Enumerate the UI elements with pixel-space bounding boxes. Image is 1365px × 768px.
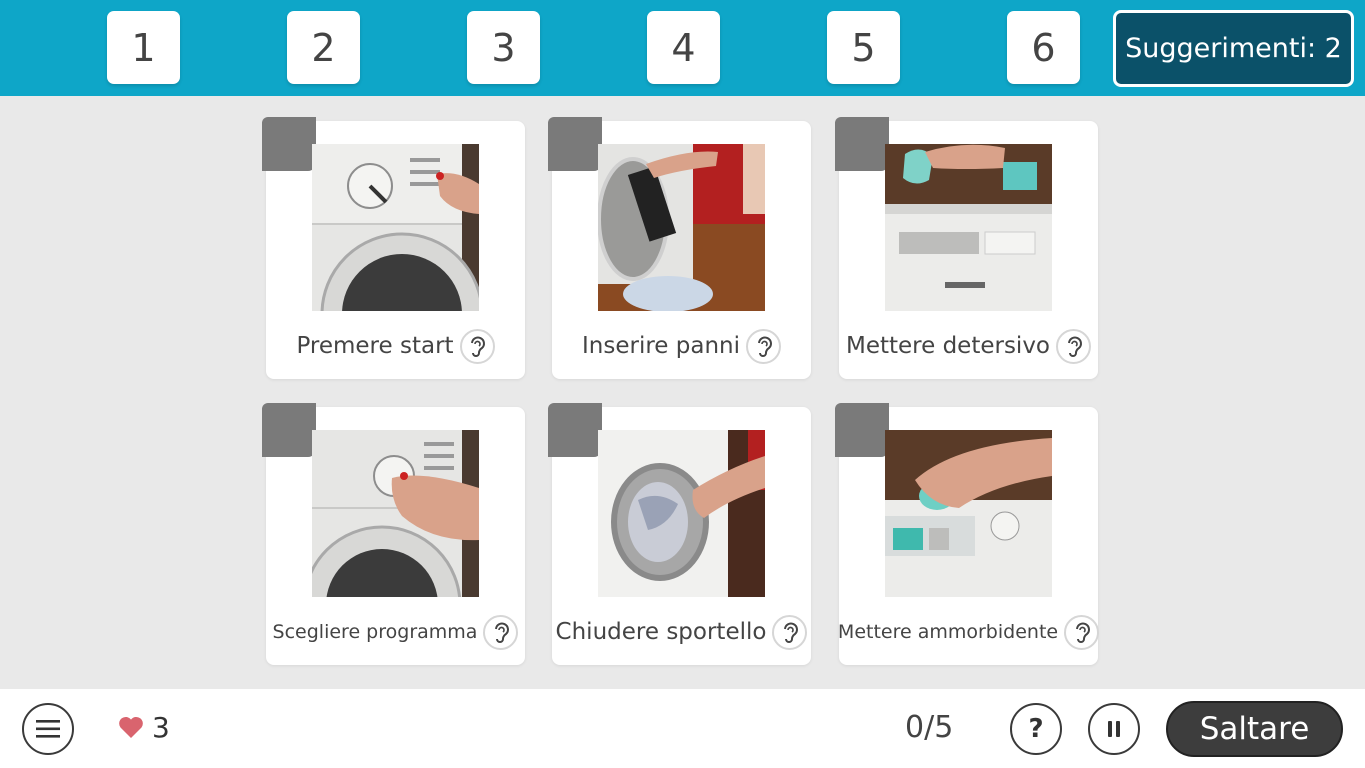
answer-slot-2[interactable]: 2 <box>287 11 360 84</box>
progress-counter: 0/5 <box>905 710 954 745</box>
card-corner-marker <box>262 403 316 457</box>
pouring-detergent-photo <box>885 144 1052 311</box>
step-card-5[interactable]: Chiudere sportello <box>548 403 811 665</box>
help-button[interactable]: ? <box>1010 703 1062 755</box>
step-card-2[interactable]: Inserire panni <box>548 117 811 379</box>
question-icon: ? <box>1028 714 1044 744</box>
card-label: Inserire panni <box>582 333 740 359</box>
lives-count: 3 <box>152 711 170 744</box>
menu-button[interactable] <box>22 703 74 755</box>
ear-icon[interactable] <box>772 614 808 650</box>
ear-icon[interactable] <box>1056 328 1092 364</box>
card-label: Mettere ammorbidente <box>837 621 1059 643</box>
hints-button[interactable]: Suggerimenti: 2 <box>1113 10 1354 87</box>
card-label: Mettere detersivo <box>845 333 1051 359</box>
pouring-softener-photo <box>885 430 1052 597</box>
lives-indicator: 3 <box>118 711 170 744</box>
closing-door-photo <box>598 430 765 597</box>
pause-icon <box>1108 721 1120 737</box>
step-card-4[interactable]: Scegliere programma <box>262 403 525 665</box>
card-label-row: Mettere detersivo <box>839 327 1098 365</box>
answer-slot-1[interactable]: 1 <box>107 11 180 84</box>
bottom-bar <box>0 689 1365 768</box>
top-bar: 1 2 3 4 5 6 Suggerimenti: 2 <box>0 0 1365 96</box>
answer-slot-4[interactable]: 4 <box>647 11 720 84</box>
loading-laundry-photo <box>598 144 765 311</box>
card-label-row: Scegliere programma <box>266 613 525 651</box>
card-label-row: Chiudere sportello <box>552 613 811 651</box>
pause-button[interactable] <box>1088 703 1140 755</box>
card-label-row: Premere start <box>266 327 525 365</box>
answer-slot-5[interactable]: 5 <box>827 11 900 84</box>
answer-slot-3[interactable]: 3 <box>467 11 540 84</box>
hamburger-menu-icon <box>36 720 60 738</box>
card-label-row: Inserire panni <box>552 327 811 365</box>
ear-icon[interactable] <box>1064 614 1100 650</box>
card-corner-marker <box>548 117 602 171</box>
ear-icon[interactable] <box>459 328 495 364</box>
answer-slot-6[interactable]: 6 <box>1007 11 1080 84</box>
step-card-6[interactable]: Mettere ammorbidente <box>835 403 1100 665</box>
step-card-1[interactable]: Premere start <box>262 117 525 379</box>
card-corner-marker <box>835 117 889 171</box>
step-card-3[interactable]: Mettere detersivo <box>835 117 1098 379</box>
ear-icon[interactable] <box>483 614 519 650</box>
skip-button[interactable]: Saltare <box>1166 701 1343 757</box>
heart-icon <box>119 716 143 738</box>
turning-dial-photo <box>312 430 479 597</box>
card-label: Scegliere programma <box>272 621 478 643</box>
card-label-row: Mettere ammorbidente <box>837 613 1100 651</box>
washing-machine-dial-photo <box>312 144 479 311</box>
ear-icon[interactable] <box>746 328 781 364</box>
card-label: Premere start <box>296 333 454 359</box>
card-corner-marker <box>548 403 602 457</box>
card-corner-marker <box>835 403 889 457</box>
card-corner-marker <box>262 117 316 171</box>
card-label: Chiudere sportello <box>555 619 767 645</box>
